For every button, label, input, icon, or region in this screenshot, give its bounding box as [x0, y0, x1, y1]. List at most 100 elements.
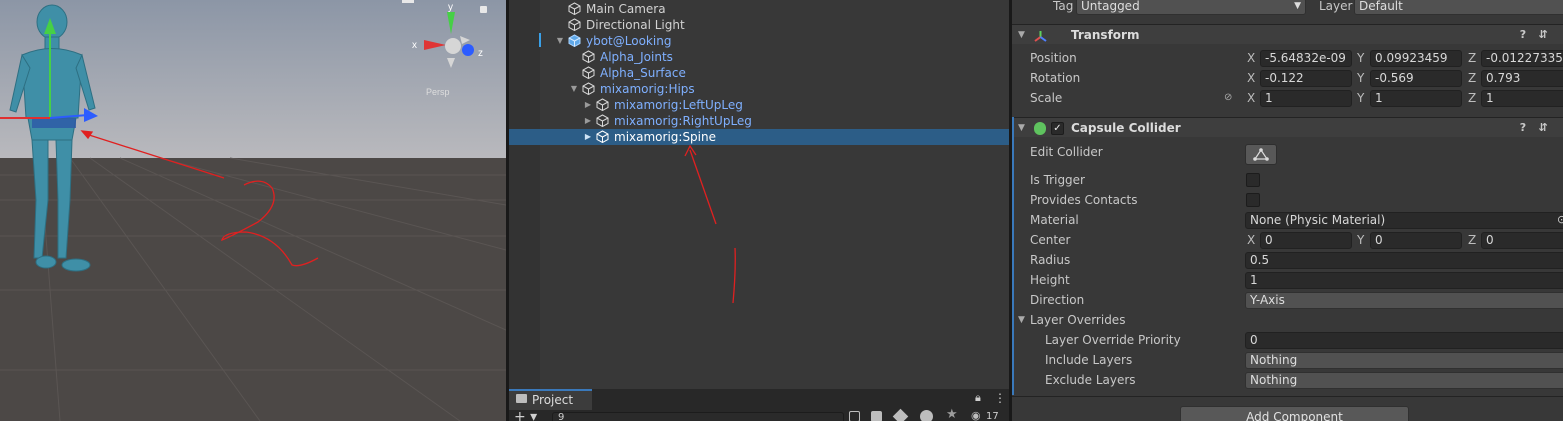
object-picker-icon[interactable]: ⊙ — [1557, 210, 1563, 230]
scene-canvas: y x z Persp — [0, 0, 506, 421]
project-search-input[interactable]: 9 — [552, 412, 844, 421]
layer-override-priority-row: Layer Override Priority 0 — [1012, 330, 1563, 350]
center-label: Center — [1030, 233, 1071, 247]
add-component-button[interactable]: Add Component — [1180, 406, 1409, 421]
scene-view[interactable]: y x z Persp — [0, 0, 506, 421]
axis-x-label: X — [1247, 71, 1256, 85]
axis-y-label: Y — [1357, 233, 1365, 247]
hidden-count: 17 — [986, 411, 999, 421]
exclude-layers-dropdown[interactable]: Nothing — [1245, 372, 1563, 389]
scene-handle-icon — [402, 0, 414, 3]
include-layers-row: Include Layers Nothing — [1012, 350, 1563, 370]
material-label: Material — [1030, 213, 1079, 227]
is-trigger-label: Is Trigger — [1030, 173, 1085, 187]
transform-header[interactable]: ▼ Transform ? ⇵ — [1012, 24, 1563, 44]
axis-z-label: Z — [1468, 91, 1477, 105]
radius-field[interactable]: 0.5 — [1245, 252, 1563, 269]
fold-arrow-icon[interactable]: ▼ — [1018, 310, 1025, 330]
axis-y-label: Y — [1357, 71, 1365, 85]
edit-collider-button[interactable] — [1245, 144, 1277, 165]
material-field[interactable]: None (Physic Material) — [1245, 212, 1563, 229]
edit-collider-row: Edit Collider — [1012, 142, 1563, 166]
exclude-layers-label: Exclude Layers — [1045, 373, 1136, 387]
help-icon[interactable]: ? — [1517, 122, 1529, 134]
position-z-field[interactable]: -0.01227335 — [1481, 50, 1563, 67]
scale-label: Scale — [1030, 91, 1063, 105]
scale-z-field[interactable]: 1 — [1481, 90, 1563, 107]
chevron-down-icon: ▼ — [1294, 1, 1301, 11]
help-icon[interactable]: ? — [1517, 29, 1529, 41]
layer-dropdown[interactable]: Default — [1354, 0, 1563, 15]
edit-collider-icon — [1253, 148, 1269, 161]
tag-label: Tag — [1053, 0, 1074, 13]
direction-label: Direction — [1030, 293, 1085, 307]
filter-icon[interactable] — [871, 411, 882, 421]
position-y-field[interactable]: 0.09923459 — [1370, 50, 1462, 67]
position-label: Position — [1030, 51, 1077, 65]
layer-override-priority-field[interactable]: 0 — [1245, 332, 1563, 349]
transform-icon — [1034, 29, 1047, 42]
provides-contacts-label: Provides Contacts — [1030, 193, 1138, 207]
layer-value: Default — [1359, 0, 1403, 13]
radius-label: Radius — [1030, 253, 1071, 267]
exclude-layers-value: Nothing — [1250, 373, 1298, 387]
center-z-field[interactable]: 0 — [1481, 232, 1563, 249]
scale-y-field[interactable]: 1 — [1370, 90, 1462, 107]
create-plus-icon[interactable]: + ▾ — [514, 409, 537, 421]
tab-project-label: Project — [532, 393, 574, 407]
tag-dropdown[interactable]: Untagged ▼ — [1076, 0, 1306, 15]
constrain-link-icon[interactable]: ⊘ — [1224, 88, 1232, 108]
height-row: Height 1 — [1012, 270, 1563, 290]
axis-z-label: Z — [1468, 71, 1477, 85]
lock-icon[interactable]: 🔒︎ — [975, 391, 981, 405]
inspector-panel[interactable]: Tag Untagged ▼ Layer Default ▼ Transform… — [1012, 0, 1563, 421]
enabled-checkbox[interactable]: ✓ — [1051, 122, 1064, 135]
center-row: Center X 0 Y 0 Z 0 — [1012, 230, 1563, 250]
include-layers-label: Include Layers — [1045, 353, 1133, 367]
folder-icon — [516, 394, 527, 403]
include-layers-value: Nothing — [1250, 353, 1298, 367]
project-panel[interactable]: Project 🔒︎ ⋮ + ▾ 9 ★ ◉ 17 — [509, 389, 1009, 421]
fold-arrow-icon[interactable]: ▼ — [1018, 118, 1025, 138]
axis-y-label: Y — [1357, 91, 1365, 105]
layer-overrides-row[interactable]: ▼ Layer Overrides — [1012, 310, 1563, 330]
gizmo-y-label: y — [448, 2, 453, 13]
rotation-label: Rotation — [1030, 71, 1081, 85]
tab-project[interactable]: Project — [509, 389, 592, 410]
height-field[interactable]: 1 — [1245, 272, 1563, 289]
direction-row: Direction Y-Axis — [1012, 290, 1563, 310]
is-trigger-checkbox[interactable] — [1246, 173, 1260, 187]
position-row: Position X -5.64832e-09 Y 0.09923459 Z -… — [1012, 48, 1563, 68]
hidden-eye-icon[interactable]: ◉ — [971, 409, 981, 421]
radius-row: Radius 0.5 — [1012, 250, 1563, 270]
gizmo-z-label: z — [478, 48, 483, 59]
component-focus-bar — [1012, 117, 1014, 395]
axis-z-label: Z — [1468, 233, 1477, 247]
layer-override-priority-label: Layer Override Priority — [1045, 333, 1181, 347]
favorite-star-icon[interactable]: ★ — [946, 407, 958, 421]
scale-x-field[interactable]: 1 — [1260, 90, 1352, 107]
fold-arrow-icon[interactable]: ▼ — [1018, 25, 1025, 45]
warning-icon[interactable] — [920, 410, 933, 421]
rotation-z-field[interactable]: 0.793 — [1481, 70, 1563, 87]
axis-y-label: Y — [1357, 51, 1365, 65]
capsule-collider-header[interactable]: ▼ ✓ Capsule Collider ? ⇵ — [1012, 117, 1563, 137]
position-x-field[interactable]: -5.64832e-09 — [1260, 50, 1352, 67]
label-icon[interactable] — [892, 408, 909, 421]
component-divider — [1012, 396, 1563, 397]
hierarchy-panel[interactable]: Main Camera Directional Light ▼ ybot@Loo… — [509, 0, 1009, 389]
rotation-x-field[interactable]: -0.122 — [1260, 70, 1352, 87]
rotation-y-field[interactable]: -0.569 — [1370, 70, 1462, 87]
center-y-field[interactable]: 0 — [1370, 232, 1462, 249]
provides-contacts-checkbox[interactable] — [1246, 193, 1260, 207]
is-trigger-row: Is Trigger — [1012, 170, 1563, 190]
direction-dropdown[interactable]: Y-Axis — [1245, 292, 1563, 309]
include-layers-dropdown[interactable]: Nothing — [1245, 352, 1563, 369]
tag-layer-row: Tag Untagged ▼ Layer Default — [1012, 0, 1563, 16]
more-menu-icon[interactable]: ⋮ — [994, 391, 1006, 405]
center-x-field[interactable]: 0 — [1260, 232, 1352, 249]
settings-sliders-icon[interactable]: ⇵ — [1537, 122, 1549, 134]
settings-sliders-icon[interactable]: ⇵ — [1537, 29, 1549, 41]
search-by-type-icon[interactable] — [849, 411, 860, 421]
axis-z-label: Z — [1468, 51, 1477, 65]
